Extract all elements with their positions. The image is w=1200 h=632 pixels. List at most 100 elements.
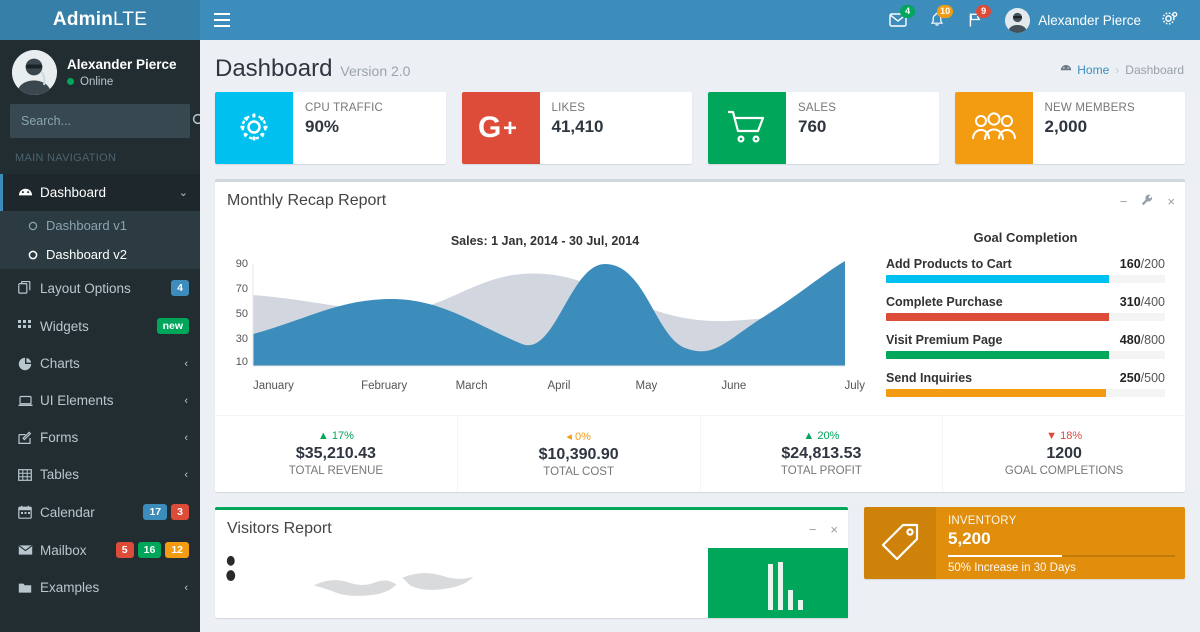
infobox-body: SALES 760 — [786, 92, 846, 164]
minimize-icon[interactable]: − — [809, 523, 817, 536]
box-header: Monthly Recap Report − × — [215, 182, 1185, 220]
goal-header: Complete Purchase 310/400 — [886, 295, 1165, 309]
sidebar-item-calendar[interactable]: Calendar 17 3 — [0, 493, 200, 531]
breadcrumb-home-link[interactable]: Home — [1060, 62, 1109, 77]
sidebar-item-examples[interactable]: Examples ‹ — [0, 569, 200, 606]
close-icon[interactable]: × — [830, 523, 838, 536]
recap-stats-row: ▲ 17% $35,210.43 TOTAL REVENUE ◂ 0% $10,… — [215, 415, 1185, 492]
sidebar-subitem-label: Dashboard v1 — [46, 218, 127, 233]
sidebar-item-badges: 5 16 12 — [116, 542, 189, 558]
sidebar-link-forms[interactable]: Forms ‹ — [0, 419, 200, 456]
sidebar-item-charts[interactable]: Charts ‹ — [0, 345, 200, 382]
x-tick: July — [778, 380, 865, 392]
goal-name: Add Products to Cart — [886, 257, 1012, 271]
sidebar-item-widgets[interactable]: Widgets new — [0, 307, 200, 345]
infobox-icon-wrap — [708, 92, 786, 164]
infobox-sales[interactable]: SALES 760 — [700, 92, 947, 164]
sidebar-item-ui-elements[interactable]: UI Elements ‹ — [0, 382, 200, 419]
search-box[interactable] — [10, 104, 190, 138]
badge: 5 — [116, 542, 134, 558]
sidebar-link-tables[interactable]: Tables ‹ — [0, 456, 200, 493]
app-logo[interactable]: AdminLTE — [0, 0, 200, 40]
sidebar-item-mailbox[interactable]: Mailbox 5 16 12 — [0, 531, 200, 569]
stat-value: 1200 — [948, 445, 1180, 463]
sidebar-subitem-dashboard-v1[interactable]: Dashboard v1 — [0, 211, 200, 240]
sidebar-item-label: Mailbox — [40, 543, 116, 558]
sidebar-user-panel[interactable]: Alexander Pierce Online — [0, 40, 200, 104]
search-input[interactable] — [11, 114, 192, 128]
goal-current: 250 — [1120, 371, 1141, 385]
sidebar-toggle-button[interactable] — [200, 0, 244, 40]
search-button[interactable] — [192, 105, 200, 137]
infobox-value: 760 — [798, 117, 836, 137]
admin-dashboard: AdminLTE 4 10 9 — [0, 0, 1200, 632]
minimize-icon[interactable]: − — [1120, 195, 1128, 208]
infobox-row: CPU TRAFFIC 90% G+ LIKES 41,410 — [200, 92, 1200, 164]
sidebar-sublink-dashboard-v2[interactable]: Dashboard v2 — [0, 240, 200, 269]
inventory-box[interactable]: INVENTORY 5,200 50% Increase in 30 Days — [864, 507, 1185, 579]
user-menu[interactable]: Alexander Pierce — [994, 0, 1152, 40]
sidebar-user-name: Alexander Pierce — [67, 57, 177, 72]
wrench-icon[interactable] — [1141, 194, 1153, 208]
box-title: Monthly Recap Report — [227, 192, 386, 210]
tasks-menu[interactable]: 9 — [956, 0, 994, 40]
y-tick: 90 — [236, 258, 248, 270]
sidebar-link-calendar[interactable]: Calendar 17 3 — [0, 493, 200, 531]
notifications-menu[interactable]: 10 — [918, 0, 956, 40]
goal-item: Visit Premium Page 480/800 — [886, 333, 1165, 359]
stat-change-value: 20% — [817, 430, 839, 442]
stat-change: ▲ 20% — [706, 430, 938, 442]
x-tick: April — [515, 380, 602, 392]
sidebar-nav-header: MAIN NAVIGATION — [0, 138, 200, 174]
inventory-col: INVENTORY 5,200 50% Increase in 30 Days — [856, 492, 1193, 618]
stat-label: GOAL COMPLETIONS — [948, 465, 1180, 477]
infobox-likes[interactable]: G+ LIKES 41,410 — [454, 92, 701, 164]
infobox[interactable]: SALES 760 — [708, 92, 939, 164]
close-icon[interactable]: × — [1167, 195, 1175, 208]
sidebar-item-dashboard[interactable]: Dashboard ⌄ Dashboard v1 — [0, 174, 200, 269]
sidebar-link-layout-options[interactable]: Layout Options 4 — [0, 269, 200, 307]
content-area: DashboardVersion 2.0 Home › Dashboard — [200, 40, 1200, 632]
navbar-right: 4 10 9 Alexander Pierce — [878, 0, 1200, 40]
infobox-icon-wrap: G+ — [462, 92, 540, 164]
infobox[interactable]: NEW MEMBERS 2,000 — [955, 92, 1186, 164]
control-sidebar-toggle[interactable] — [1152, 0, 1192, 40]
infobox[interactable]: G+ LIKES 41,410 — [462, 92, 693, 164]
sidebar-item-label: Layout Options — [40, 281, 171, 296]
infobox-icon-wrap — [215, 92, 293, 164]
stat-change-value: 17% — [332, 430, 354, 442]
infobox-new-members[interactable]: NEW MEMBERS 2,000 — [947, 92, 1194, 164]
sidebar-item-layout-options[interactable]: Layout Options 4 — [0, 269, 200, 307]
sidebar-link-widgets[interactable]: Widgets new — [0, 307, 200, 345]
infobox-body: NEW MEMBERS 2,000 — [1033, 92, 1145, 164]
inventory-progress-bar — [948, 555, 1175, 557]
sidebar-sublink-dashboard-v1[interactable]: Dashboard v1 — [0, 211, 200, 240]
infobox-body: LIKES 41,410 — [540, 92, 614, 164]
goal-progress-bar — [886, 275, 1165, 283]
sidebar-subitem-dashboard-v2[interactable]: Dashboard v2 — [0, 240, 200, 269]
sidebar-item-forms[interactable]: Forms ‹ — [0, 419, 200, 456]
sidebar-link-dashboard[interactable]: Dashboard ⌄ — [0, 174, 200, 211]
box-header: Visitors Report − × — [215, 510, 848, 548]
sidebar-link-examples[interactable]: Examples ‹ — [0, 569, 200, 606]
envelope-icon — [18, 544, 40, 556]
goal-header: Send Inquiries 250/500 — [886, 371, 1165, 385]
goal-name: Complete Purchase — [886, 295, 1003, 309]
inventory-description: 50% Increase in 30 Days — [948, 562, 1175, 574]
edit-icon — [18, 431, 40, 445]
chevron-down-icon: ⌄ — [179, 186, 188, 199]
box-title: Visitors Report — [227, 520, 332, 538]
sidebar-link-mailbox[interactable]: Mailbox 5 16 12 — [0, 531, 200, 569]
infobox[interactable]: CPU TRAFFIC 90% — [215, 92, 446, 164]
breadcrumb: Home › Dashboard — [1060, 62, 1184, 77]
visitors-col: Visitors Report − × — [207, 492, 856, 618]
goal-progress-fill — [886, 275, 1109, 283]
sidebar-link-ui-elements[interactable]: UI Elements ‹ — [0, 382, 200, 419]
world-map[interactable] — [215, 548, 708, 618]
infobox-cpu-traffic[interactable]: CPU TRAFFIC 90% — [207, 92, 454, 164]
sidebar-user-status-label: Online — [80, 76, 113, 88]
messages-menu[interactable]: 4 — [878, 0, 918, 40]
sidebar-link-charts[interactable]: Charts ‹ — [0, 345, 200, 382]
sidebar-item-tables[interactable]: Tables ‹ — [0, 456, 200, 493]
sidebar-item-label: Forms — [40, 430, 184, 445]
